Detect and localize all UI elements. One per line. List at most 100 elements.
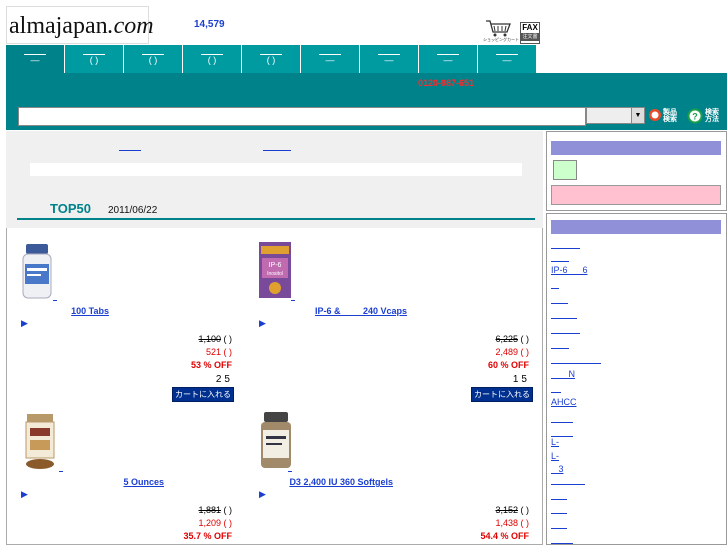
nav-tab-4[interactable]: ( ) bbox=[183, 45, 242, 73]
ranking-title: TOP50 bbox=[50, 201, 91, 216]
discount: 60 % OFF bbox=[487, 360, 529, 370]
sidebar-link[interactable] bbox=[551, 476, 585, 485]
divider bbox=[17, 218, 535, 220]
sale-price-value: 1,209 bbox=[198, 518, 221, 528]
shopping-cart-icon[interactable]: ショッピングカート bbox=[483, 18, 519, 44]
sidebar-link[interactable]: N bbox=[551, 369, 585, 379]
sale-price-value: 1,438 bbox=[495, 518, 518, 528]
sidebar-link[interactable]: L- bbox=[551, 437, 577, 447]
sidebar-link[interactable] bbox=[551, 505, 567, 514]
product-link-underline[interactable] bbox=[288, 463, 292, 472]
product-image[interactable] bbox=[22, 412, 60, 470]
search-help-button[interactable]: ? 検索方法 bbox=[687, 107, 725, 125]
info-link[interactable] bbox=[119, 142, 141, 151]
magnifier-icon bbox=[649, 109, 661, 121]
info-link[interactable] bbox=[263, 142, 291, 151]
nav-tab-label: ( ) bbox=[201, 54, 223, 65]
nav-tab-7[interactable]: — bbox=[360, 45, 419, 73]
product-name[interactable]: 100 Tabs bbox=[21, 306, 109, 316]
sidebar-link[interactable] bbox=[551, 310, 577, 319]
sidebar-link[interactable]: AHCC bbox=[551, 397, 581, 407]
nav-tab-label: — bbox=[496, 54, 518, 65]
nav-tab-6[interactable]: — bbox=[301, 45, 360, 73]
question-icon: ? bbox=[687, 108, 703, 124]
list-price-value: 1,881 bbox=[198, 505, 221, 515]
product-link-underline[interactable] bbox=[53, 292, 57, 301]
main-nav: — ( ) ( ) ( ) ( ) — — — — bbox=[6, 45, 544, 73]
fax-order-icon[interactable]: FAX 注文書 bbox=[520, 22, 540, 44]
sidebar-link[interactable] bbox=[551, 340, 569, 349]
list-price: 1,881 ( ) bbox=[198, 505, 232, 515]
list-price: 6,225 ( ) bbox=[495, 334, 529, 344]
nav-tab-3[interactable]: ( ) bbox=[124, 45, 183, 73]
product-link-underline[interactable] bbox=[59, 463, 63, 472]
nav-tab-8[interactable]: — bbox=[419, 45, 478, 73]
sidebar-link[interactable] bbox=[551, 295, 568, 304]
help-button-label: 検索方法 bbox=[705, 109, 719, 123]
add-to-cart-button[interactable]: カートに入れる bbox=[471, 387, 533, 402]
add-to-cart-button[interactable]: カートに入れる bbox=[172, 387, 234, 402]
nav-tab-label: ( ) bbox=[260, 54, 282, 65]
sidebar-link[interactable] bbox=[551, 384, 561, 393]
nav-tab-5[interactable]: ( ) bbox=[242, 45, 301, 73]
product-link-underline[interactable] bbox=[291, 292, 295, 301]
sidebar-link[interactable]: 3 bbox=[551, 464, 577, 474]
sidebar-link[interactable] bbox=[551, 253, 569, 262]
ranking-date: 2011/06/22 bbox=[108, 205, 158, 216]
nav-tab-home[interactable]: — bbox=[6, 45, 65, 73]
sidebar-link[interactable]: IP-6 6 bbox=[551, 265, 609, 275]
sidebar-link[interactable] bbox=[551, 355, 601, 364]
site-logo[interactable]: almajapan.com bbox=[6, 6, 154, 44]
sidebar-link[interactable] bbox=[551, 428, 573, 437]
discount: 35.7 % OFF bbox=[183, 531, 232, 541]
nav-tab-label: — bbox=[378, 54, 400, 65]
nav-tab-label: ( ) bbox=[83, 54, 105, 65]
sidebar-link[interactable] bbox=[551, 491, 567, 500]
cart-label: ショッピングカート bbox=[483, 37, 519, 42]
product-image[interactable] bbox=[258, 410, 296, 470]
sidebar-panel-categories bbox=[546, 213, 727, 545]
sidebar-link[interactable] bbox=[551, 414, 573, 423]
product-name[interactable]: 5 Ounces bbox=[21, 477, 164, 487]
sidebar-link[interactable] bbox=[551, 325, 580, 334]
sidebar-green-box[interactable] bbox=[553, 160, 577, 180]
notice-box bbox=[30, 163, 522, 176]
sidebar-pink-box[interactable] bbox=[551, 185, 721, 205]
product-search-button[interactable]: 製品検索 bbox=[648, 107, 683, 125]
sidebar-link[interactable] bbox=[551, 280, 559, 289]
nav-tab-2[interactable]: ( ) bbox=[65, 45, 124, 73]
logo-suffix: .com bbox=[107, 13, 154, 39]
discount: 54.4 % OFF bbox=[480, 531, 529, 541]
sidebar-header bbox=[551, 220, 721, 234]
sale-price: 1,438 ( ) bbox=[495, 518, 529, 528]
list-price-value: 6,225 bbox=[495, 334, 518, 344]
nav-tab-9[interactable]: — bbox=[478, 45, 537, 73]
arrow-icon: ▶ bbox=[21, 318, 28, 328]
arrow-icon: ▶ bbox=[21, 489, 28, 499]
sidebar-link[interactable] bbox=[551, 240, 580, 249]
sidebar-link[interactable]: L- bbox=[551, 451, 577, 461]
product-image[interactable]: IP-6 Inositol bbox=[258, 240, 296, 300]
product-name[interactable]: IP-6 & 240 Vcaps bbox=[259, 306, 407, 316]
logo-text: almajapan bbox=[9, 13, 108, 39]
category-select[interactable]: ▼ bbox=[586, 107, 645, 124]
discount: 53 % OFF bbox=[190, 360, 232, 370]
arrow-icon: ▶ bbox=[259, 489, 266, 499]
rank-value: 15 bbox=[512, 374, 530, 385]
sidebar-link[interactable] bbox=[551, 520, 567, 529]
list-price: 3,152 ( ) bbox=[495, 505, 529, 515]
search-input[interactable] bbox=[18, 107, 586, 126]
sidebar-link[interactable] bbox=[551, 535, 573, 544]
product-name[interactable]: D3 2,400 IU 360 Softgels bbox=[259, 477, 393, 487]
svg-text:Inositol: Inositol bbox=[267, 271, 283, 277]
arrow-icon: ▶ bbox=[259, 318, 266, 328]
fax-label: FAX bbox=[522, 23, 538, 32]
fax-order-label: 注文書 bbox=[521, 33, 539, 41]
svg-text:IP-6: IP-6 bbox=[269, 262, 282, 269]
nav-tab-label: — bbox=[319, 54, 341, 65]
chevron-down-icon: ▼ bbox=[631, 108, 644, 123]
nav-tab-label: — bbox=[24, 54, 46, 65]
search-button-label: 製品検索 bbox=[663, 109, 677, 123]
sale-price: 2,489 ( ) bbox=[495, 347, 529, 357]
nav-tab-label: — bbox=[437, 54, 459, 65]
